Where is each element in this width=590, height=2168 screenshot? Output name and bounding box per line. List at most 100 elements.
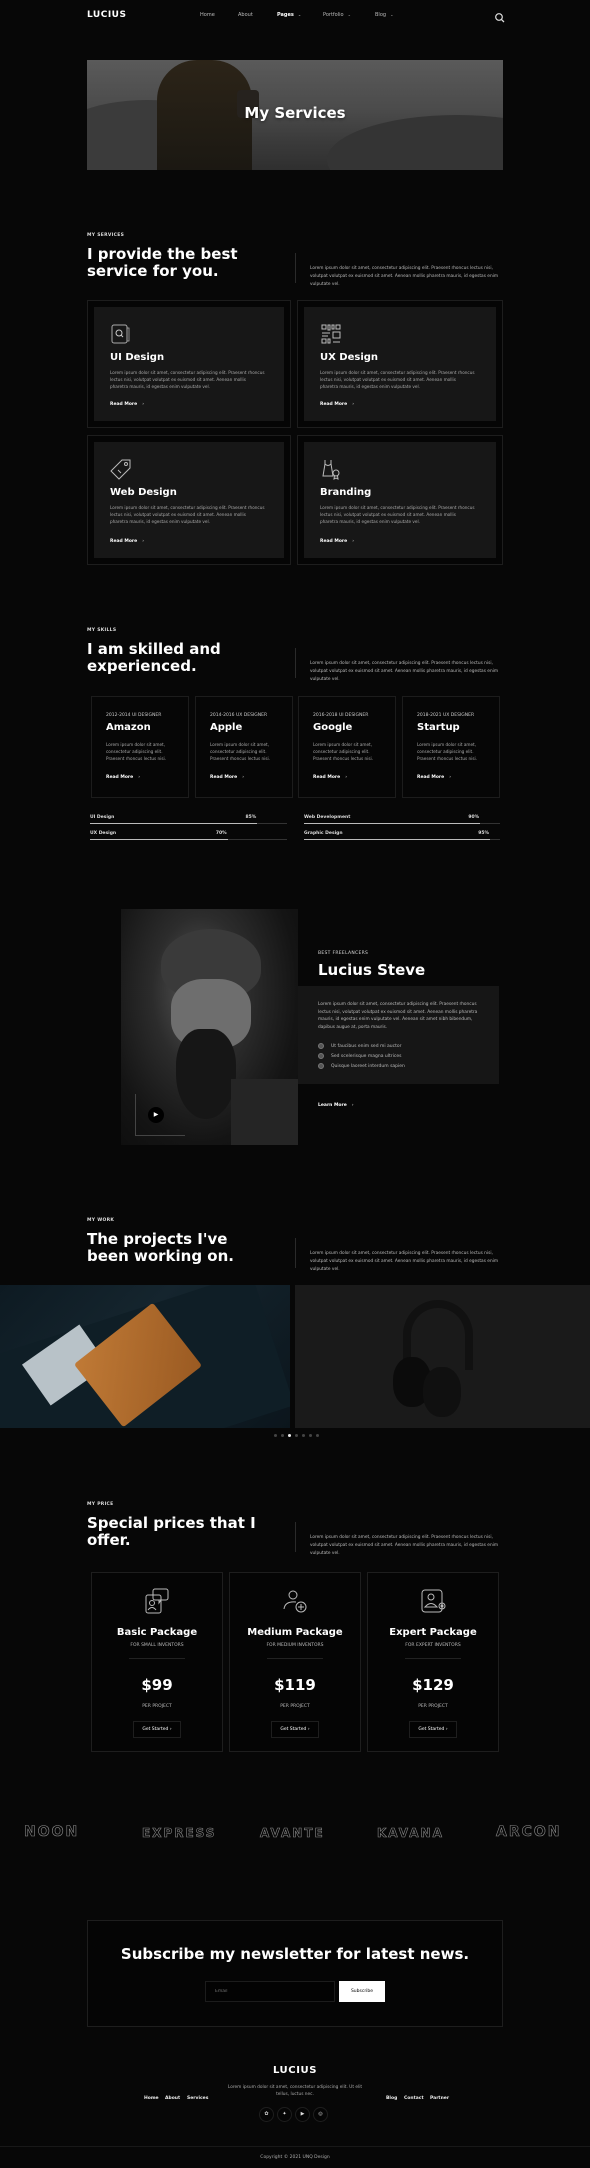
carousel-dot[interactable] — [274, 1434, 277, 1437]
plan-per: PER PROJECT — [142, 1704, 172, 1709]
chevron-right-icon: › — [138, 775, 141, 780]
nav-pages-label: Pages — [277, 12, 294, 18]
learn-more-link[interactable]: Learn More › — [318, 1103, 354, 1108]
service-card-branding[interactable]: Branding Lorem ipsum dolor sit amet, con… — [297, 435, 503, 565]
instagram-icon[interactable]: ◎ — [313, 2107, 328, 2122]
plan-title: Expert Package — [389, 1627, 477, 1638]
nav-blog[interactable]: Blog ⌄ — [375, 12, 393, 18]
work-eyebrow: MY WORK — [87, 1218, 115, 1223]
carousel-dot[interactable] — [302, 1434, 305, 1437]
pricing-eyebrow: MY PRICE — [87, 1502, 114, 1507]
nav-home[interactable]: Home — [200, 12, 215, 18]
read-more-link[interactable]: Read More › — [320, 539, 354, 544]
hero-background-hill — [327, 115, 503, 170]
read-more-link[interactable]: Read More › — [313, 775, 347, 780]
chevron-down-icon: ⌄ — [347, 12, 351, 17]
newsletter-title: Subscribe my newsletter for latest news. — [120, 1945, 470, 1963]
brand-logo-arcon: ARCON — [496, 1824, 562, 1841]
service-text: Lorem ipsum dolor sit amet, consectetur … — [320, 505, 475, 525]
read-more-link[interactable]: Read More › — [110, 539, 144, 544]
email-input[interactable] — [205, 1981, 335, 2002]
get-started-button[interactable]: Get Started › — [409, 1721, 457, 1738]
top-navigation: LUCIUS Home About Pages ⌄ Portfolio ⌄ Blog… — [0, 0, 590, 32]
read-more-link[interactable]: Read More › — [320, 402, 354, 407]
skills-intro: Lorem ipsum dolor sit amet, consectetur … — [310, 661, 499, 682]
skill-bar: UI Design 85% — [90, 815, 287, 824]
skill-track — [90, 823, 287, 824]
chevron-right-icon: › — [345, 775, 348, 780]
services-eyebrow: MY SERVICES — [87, 233, 125, 238]
plan-subtitle: FOR SMALL INVENTORS — [130, 1643, 184, 1648]
hero-title: My Services — [244, 104, 346, 122]
about-text: Lorem ipsum dolor sit amet, consectetur … — [318, 1002, 478, 1030]
footer-link-about[interactable]: About — [165, 2096, 180, 2101]
service-text: Lorem ipsum dolor sit amet, consectetur … — [110, 505, 265, 525]
footer-link-services[interactable]: Services — [187, 2096, 208, 2101]
nav-pages[interactable]: Pages ⌄ — [277, 12, 301, 18]
hero-banner: My Services — [87, 60, 503, 170]
job-years: 2012-2014 UI DESIGNER — [106, 713, 162, 718]
service-card-web-design[interactable]: Web Design Lorem ipsum dolor sit amet, c… — [87, 435, 291, 565]
get-started-button[interactable]: Get Started › — [271, 1721, 319, 1738]
job-text: Lorem ipsum dolor sit amet, consectetur … — [417, 742, 478, 761]
project-headphones-photo[interactable] — [295, 1285, 590, 1428]
search-icon[interactable] — [494, 9, 506, 23]
carousel-dot[interactable] — [309, 1434, 312, 1437]
service-text: Lorem ipsum dolor sit amet, consectetur … — [110, 370, 265, 390]
carousel-dot[interactable] — [295, 1434, 298, 1437]
headphone-cup — [423, 1367, 461, 1417]
skill-percent: 70% — [215, 831, 227, 836]
service-card-ui-design[interactable]: UI Design Lorem ipsum dolor sit amet, co… — [87, 300, 291, 428]
read-more-link[interactable]: Read More › — [210, 775, 244, 780]
carousel-dot[interactable] — [288, 1434, 291, 1437]
footer-link-home[interactable]: Home — [144, 2096, 159, 2101]
portrait-photo: ▶ — [121, 909, 298, 1145]
chevron-right-icon: › — [142, 402, 145, 407]
carousel-dot[interactable] — [316, 1434, 319, 1437]
read-more-label: Read More — [110, 402, 138, 407]
read-more-link[interactable]: Read More › — [110, 402, 144, 407]
job-text: Lorem ipsum dolor sit amet, consectetur … — [106, 742, 167, 761]
about-panel: Lorem ipsum dolor sit amet, consectetur … — [298, 986, 499, 1084]
get-started-button[interactable]: Get Started › — [133, 1721, 181, 1738]
job-years: 2018-2021 UX DESIGNER — [417, 713, 475, 718]
footer-link-blog[interactable]: Blog — [386, 2096, 397, 2101]
skill-track — [304, 839, 500, 840]
youtube-icon[interactable]: ▶ — [295, 2107, 310, 2122]
footer-link-partner[interactable]: Partner — [430, 2096, 449, 2101]
user-settings-icon — [421, 1589, 446, 1613]
read-more-label: Read More — [320, 539, 348, 544]
divider — [405, 1658, 461, 1659]
nav-home-label: Home — [200, 12, 215, 18]
plan-price: $129 — [412, 1676, 454, 1694]
service-card-ux-design[interactable]: UX Design Lorem ipsum dolor sit amet, co… — [297, 300, 503, 428]
nav-portfolio[interactable]: Portfolio ⌄ — [323, 12, 351, 18]
dribbble-icon[interactable]: ✿ — [259, 2107, 274, 2122]
list-text: Quisque laoreet interdum sapien — [331, 1063, 405, 1069]
search-document-icon — [111, 324, 130, 344]
pricing-heading: Special prices that I offer. — [87, 1514, 256, 1549]
chevron-right-icon: › — [352, 402, 355, 407]
chevron-right-icon: › — [307, 1727, 310, 1732]
job-company: Amazon — [106, 722, 151, 733]
logo[interactable]: LUCIUS — [87, 10, 126, 20]
brand-logo-noon: NOON — [24, 1824, 80, 1841]
chevron-right-icon: › — [142, 539, 145, 544]
read-more-link[interactable]: Read More › — [106, 775, 140, 780]
twitter-icon[interactable]: ✦ — [277, 2107, 292, 2122]
carousel-dot[interactable] — [281, 1434, 284, 1437]
read-more-link[interactable]: Read More › — [417, 775, 451, 780]
project-wallet-photo[interactable] — [0, 1285, 290, 1428]
skill-bar: Web Development 90% — [304, 815, 500, 824]
subscribe-button[interactable]: Subscribe — [339, 1981, 385, 2002]
about-list-item: Ut faucibus enim sed mi auctor — [318, 1043, 402, 1049]
job-years: 2014-2016 UX DESIGNER — [210, 713, 268, 718]
plan-per: PER PROJECT — [280, 1704, 310, 1709]
nav-about[interactable]: About — [238, 12, 253, 18]
footer-link-contact[interactable]: Contact — [404, 2096, 424, 2101]
about-eyebrow: BEST FREELANCERS — [318, 951, 369, 956]
chevron-right-icon: › — [352, 539, 355, 544]
footer-logo[interactable]: LUCIUS — [0, 2065, 590, 2076]
nav-portfolio-label: Portfolio — [323, 12, 344, 18]
play-icon[interactable]: ▶ — [148, 1107, 164, 1123]
